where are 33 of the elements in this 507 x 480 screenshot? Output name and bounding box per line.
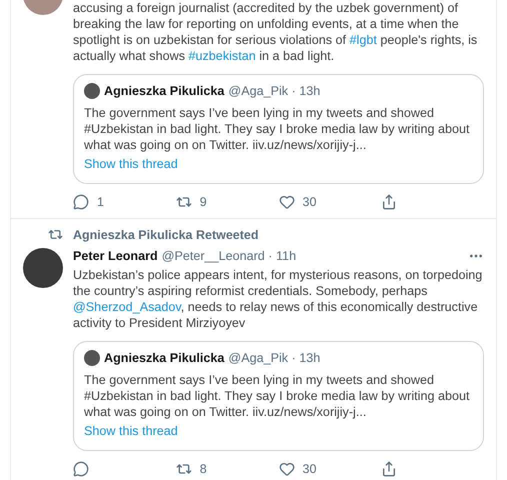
hashtag-link[interactable]: #uzbekistan xyxy=(188,49,256,63)
author-handle: @Aga_Pik · 13h xyxy=(228,351,320,365)
share-icon xyxy=(381,461,398,477)
avatar-photo-placeholder xyxy=(84,83,100,99)
avatar-photo-placeholder[interactable] xyxy=(23,248,63,288)
reply-icon xyxy=(73,194,89,210)
like-button[interactable]: 30 xyxy=(278,194,382,210)
retweet-icon xyxy=(48,227,63,242)
avatar-photo-placeholder xyxy=(84,350,100,366)
tweet-text: accusing a foreign journalist (accredited by the uzbek government) of breaking the law for reporting on unfolding events, at a time when the spotlight is on uzbekistan for serious violations of #lgbt people's rights, is actually what shows #uzbekistan in a bad light. xyxy=(73,0,478,64)
like-button[interactable]: 30 xyxy=(278,461,382,477)
retweet-button[interactable]: 8 xyxy=(176,461,278,477)
tweet-text: Uzbekistan’s police appears intent, for mysterious reasons, on torpedoing the country’s aspiring reformist credentials. Somebody, perhaps @Sherzod_Asadov, needs to relay news of this economically destructive activity to President Mirziyoyev xyxy=(73,267,484,331)
heart-icon xyxy=(278,461,294,477)
reply-icon xyxy=(73,461,89,477)
quoted-text: The government says I’ve been lying in my tweets and showed #Uzbekistan in bad light. They say I broke media law by writing about what was going on on Twitter. iiv.uz/news/xorijiy-j... xyxy=(84,105,470,153)
share-icon xyxy=(381,194,398,210)
show-thread-link[interactable]: Show this thread xyxy=(84,424,178,438)
reply-button[interactable]: 1 xyxy=(73,194,176,210)
heart-icon xyxy=(278,194,294,210)
author-name: Agnieszka Pikulicka xyxy=(104,84,224,98)
quoted-tweet[interactable] xyxy=(73,341,484,451)
author-name: Agnieszka Pikulicka xyxy=(104,351,224,365)
author-name[interactable]: Peter Leonard xyxy=(73,249,158,263)
show-thread-link[interactable]: Show this thread xyxy=(84,157,178,171)
hashtag-link[interactable]: @Sherzod_Asadov xyxy=(73,300,181,314)
quoted-text: The government says I’ve been lying in my tweets and showed #Uzbekistan in bad light. They say I broke media law by writing about what was going on on Twitter. iiv.uz/news/xorijiy-j... xyxy=(84,372,470,420)
author-handle: @Aga_Pik · 13h xyxy=(228,84,320,98)
retweet-context: Agnieszka Pikulicka Retweeted xyxy=(73,228,258,242)
quoted-tweet[interactable] xyxy=(73,74,484,184)
retweet-button[interactable]: 9 xyxy=(176,194,278,210)
author-handle: @Peter__Leonard · 11h xyxy=(162,249,296,263)
hashtag-link[interactable]: #lgbt xyxy=(350,33,377,47)
